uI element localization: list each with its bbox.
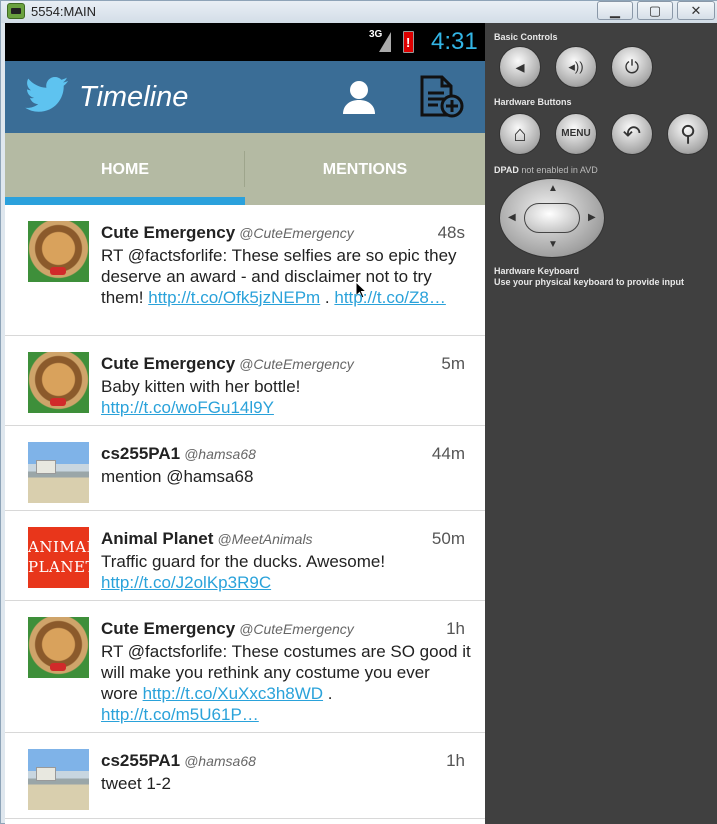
tweet-author-name: cs255PA1 — [101, 751, 181, 770]
dpad-label: DPAD not enabled in AVD — [494, 165, 598, 175]
dpad-control[interactable]: ▲ ▼ ◀ ▶ — [499, 178, 605, 258]
window-title: 5554:MAIN — [31, 4, 97, 19]
tweet-time: 50m — [431, 529, 465, 548]
tweet-author-name: Cute Emergency — [101, 619, 236, 638]
twitter-bird-icon[interactable] — [25, 77, 69, 113]
tweet-time: 5m — [441, 354, 465, 373]
tab-home[interactable]: HOME — [5, 133, 245, 205]
tweet-author-name: Cute Emergency — [101, 354, 236, 373]
hardware-keyboard-note: Use your physical keyboard to provide in… — [494, 277, 685, 287]
hardware-keyboard-label: Hardware Keyboard — [494, 266, 580, 276]
avatar[interactable] — [28, 617, 89, 678]
profile-icon[interactable] — [341, 79, 377, 115]
tweet-text: mention @hamsa68 — [101, 467, 254, 486]
tweet-time: 1h — [446, 751, 465, 770]
tweet-handle: @hamsa68 — [184, 446, 256, 462]
signal-icon — [379, 32, 391, 52]
tweet-item[interactable]: Cute Emergency @CuteEmergency 1h RT @fact… — [5, 601, 485, 733]
tab-selected-indicator — [5, 197, 245, 205]
status-clock: 4:31 — [431, 28, 478, 55]
emulator-app-icon — [7, 3, 25, 19]
dpad-center-button[interactable] — [524, 203, 580, 233]
tweet-text: RT @factsforlife: These costumes are SO … — [101, 642, 471, 724]
tweet-author-name: cs255PA1 — [101, 444, 181, 463]
tweet-item[interactable]: Cute Emergency @CuteEmergency 5m Baby kit… — [5, 336, 485, 426]
tweet-item[interactable]: Cute Emergency @CuteEmergency 48s RT @fac… — [5, 205, 485, 336]
tweet-text: RT @factsforlife: These selfies are so e… — [101, 246, 457, 307]
maximize-button[interactable]: ▢ — [637, 1, 673, 20]
tweet-author-name: Cute Emergency — [101, 223, 236, 242]
tweet-text: tweet 1-2 — [101, 774, 171, 793]
dpad-down-icon[interactable]: ▼ — [548, 239, 558, 250]
tweet-handle: @CuteEmergency — [239, 225, 354, 241]
menu-button[interactable]: MENU — [555, 113, 597, 155]
tweet-link[interactable]: http://t.co/Z8… — [334, 288, 446, 307]
tab-mentions[interactable]: MENTIONS — [245, 133, 485, 205]
tweet-link[interactable]: http://t.co/J2olKp3R9C — [101, 573, 271, 592]
tweet-link[interactable]: http://t.co/m5U61P… — [101, 705, 259, 724]
tab-bar: HOME MENTIONS — [5, 133, 485, 299]
avatar[interactable] — [28, 352, 89, 413]
tweet-handle: @CuteEmergency — [239, 356, 354, 372]
avatar[interactable] — [28, 221, 89, 282]
tweet-handle: @hamsa68 — [184, 753, 256, 769]
tweet-item[interactable]: cs255PA1 @hamsa68 44m mention @hamsa68 — [5, 426, 485, 511]
basic-controls-label: Basic Controls — [494, 32, 558, 42]
status-bar: 3G 4:31 — [5, 23, 485, 61]
dpad-right-icon[interactable]: ▶ — [588, 212, 596, 223]
home-button[interactable]: ⌂ — [499, 113, 541, 155]
avatar[interactable] — [28, 749, 89, 810]
action-bar: Timeline — [5, 61, 485, 133]
tweet-item[interactable]: ANIMALPLANET Animal Planet@MeetAnimals 5… — [5, 511, 485, 601]
dpad-left-icon[interactable]: ◀ — [508, 212, 516, 223]
hardware-buttons-label: Hardware Buttons — [494, 97, 572, 107]
tweet-time: 44m — [431, 444, 465, 463]
tweet-link[interactable]: http://t.co/woFGu14l9Y — [101, 398, 274, 417]
tweet-text: Baby kitten with her bottle! http://t.co… — [101, 377, 301, 417]
avatar[interactable] — [28, 442, 89, 503]
close-button[interactable]: ✕ — [677, 1, 715, 20]
tweet-text: Traffic guard for the ducks. Awesome! ht… — [101, 552, 386, 592]
minimize-button[interactable]: ▁ — [597, 1, 633, 20]
search-button[interactable]: ⚲ — [667, 113, 709, 155]
battery-alert-icon — [403, 31, 414, 53]
compose-tweet-icon[interactable] — [419, 75, 465, 119]
window-titlebar[interactable]: 5554:MAIN ▁ ▢ ✕ — [1, 1, 717, 23]
volume-up-button[interactable]: ◂)) — [555, 46, 597, 88]
emulator-controls-panel: Basic Controls ◂ ◂)) ⏻ Hardware Buttons … — [485, 23, 717, 824]
tweet-handle: @CuteEmergency — [239, 621, 354, 637]
tweet-author-name: Animal Planet — [101, 529, 214, 548]
volume-down-button[interactable]: ◂ — [499, 46, 541, 88]
emulator-window: 5554:MAIN ▁ ▢ ✕ 3G 4:31 Timeline — [0, 0, 717, 824]
dpad-up-icon[interactable]: ▲ — [548, 183, 558, 194]
timeline-list[interactable]: Cute Emergency @CuteEmergency 48s RT @fac… — [5, 205, 485, 819]
back-button[interactable]: ↶ — [611, 113, 653, 155]
tweet-time: 1h — [446, 619, 465, 638]
tweet-item[interactable]: cs255PA1 @hamsa68 1h tweet 1-2 — [5, 733, 485, 819]
tweet-time: 48s — [437, 223, 465, 242]
tweet-link[interactable]: http://t.co/XuXxc3h8WD — [143, 684, 323, 703]
tweet-handle: @MeetAnimals — [217, 531, 313, 547]
power-button[interactable]: ⏻ — [611, 46, 653, 88]
device-screen: 3G 4:31 Timeline HOME — [5, 23, 485, 824]
avatar[interactable]: ANIMALPLANET — [28, 527, 89, 588]
tweet-link[interactable]: http://t.co/Ofk5jzNEPm — [148, 288, 320, 307]
screen-title: Timeline — [79, 81, 189, 113]
